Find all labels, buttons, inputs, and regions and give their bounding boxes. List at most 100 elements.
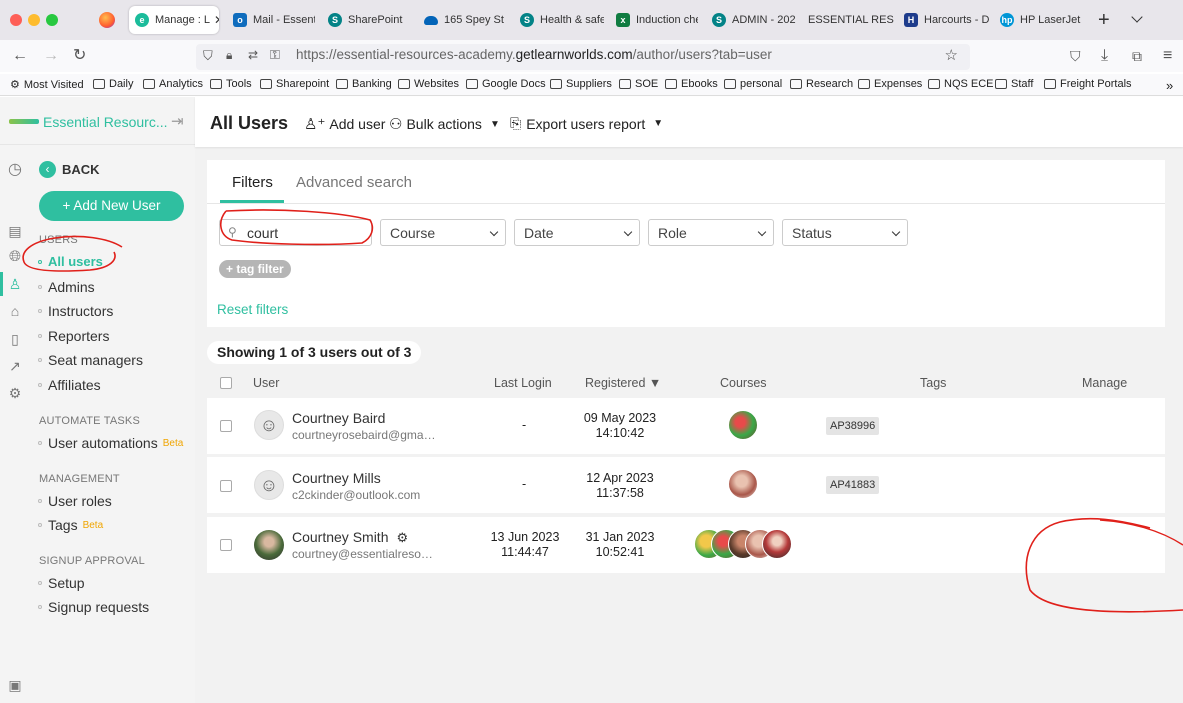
sidebar-item-seat-managers[interactable]: Seat managers xyxy=(38,352,143,368)
tag-icon[interactable]: ⌂ xyxy=(7,303,23,319)
tab-9[interactable]: hp HP LaserJet xyxy=(994,6,1086,34)
tab-2[interactable]: S SharePoint xyxy=(322,6,412,34)
sidebar-item-user-roles[interactable]: User roles xyxy=(38,493,112,509)
logout-icon[interactable]: ⇥ xyxy=(171,112,184,130)
bookmark-folder[interactable]: Research xyxy=(790,78,853,90)
brand-name[interactable]: Essential Resourc... xyxy=(43,114,168,130)
row-checkbox[interactable] xyxy=(220,539,232,551)
course-thumbnail[interactable] xyxy=(762,529,792,559)
add-new-user-button[interactable]: + Add New User xyxy=(39,191,184,221)
lock-icon[interactable]: 🔒︎ xyxy=(226,48,232,63)
close-tab-icon[interactable]: ✕ xyxy=(214,13,219,27)
date-select[interactable]: Date xyxy=(514,219,640,246)
sidebar-item-affiliates[interactable]: Affiliates xyxy=(38,377,101,393)
reset-filters-link[interactable]: Reset filters xyxy=(217,302,288,317)
back-arrow-icon[interactable]: ← xyxy=(12,48,28,64)
users-icon[interactable]: ♙ xyxy=(7,276,23,292)
tab-0[interactable]: e Manage : L ✕ xyxy=(129,6,219,34)
column-registered[interactable]: Registered ▼ xyxy=(585,376,661,390)
tab-filters[interactable]: Filters xyxy=(232,174,273,191)
bookmark-folder[interactable]: Freight Portals xyxy=(1044,78,1132,90)
bookmark-folder[interactable]: Ebooks xyxy=(665,78,718,90)
sidebar-item-setup[interactable]: Setup xyxy=(38,575,85,591)
tab-5[interactable]: x Induction che xyxy=(610,6,698,34)
more-bookmarks-icon[interactable]: » xyxy=(1166,78,1173,93)
extensions-icon[interactable]: ⧉ xyxy=(1132,48,1142,64)
tag-badge[interactable]: AP41883 xyxy=(826,476,880,494)
reload-icon[interactable]: ↻ xyxy=(73,48,86,64)
tab-7[interactable]: ESSENTIAL RESO xyxy=(802,6,894,34)
bookmark-folder[interactable]: Expenses xyxy=(858,78,922,90)
user-name[interactable]: Courtney Baird xyxy=(292,410,385,426)
pocket-icon[interactable]: ⛉ xyxy=(1070,48,1081,64)
column-courses[interactable]: Courses xyxy=(720,376,767,390)
course-thumbnail[interactable] xyxy=(728,410,758,440)
bookmark-folder[interactable]: Tools xyxy=(210,78,252,90)
bookmark-folder[interactable]: personal xyxy=(724,78,782,90)
sidebar-item-admins[interactable]: Admins xyxy=(38,279,95,295)
bookmark-most-visited[interactable]: ⚙ Most Visited xyxy=(10,78,84,92)
tab-advanced-search[interactable]: Advanced search xyxy=(296,174,412,191)
bookmark-folder[interactable]: Staff xyxy=(995,78,1033,90)
bookmark-star-icon[interactable]: ☆ xyxy=(945,46,958,64)
menu-icon[interactable]: ≡ xyxy=(1163,48,1172,64)
sidebar-item-tags[interactable]: Tags Beta xyxy=(38,517,103,533)
downloads-icon[interactable]: ⤓ xyxy=(1101,48,1108,64)
tab-3[interactable]: 165 Spey St xyxy=(418,6,506,34)
bookmark-folder[interactable]: Google Docs xyxy=(466,78,546,90)
sidebar-item-reporters[interactable]: Reporters xyxy=(38,328,109,344)
firefox-view-icon[interactable] xyxy=(99,12,115,28)
shield-icon[interactable]: ⛉ xyxy=(203,48,213,64)
back-chevron-icon[interactable]: ‹ xyxy=(39,161,56,178)
sidebar-item-user-automations[interactable]: User automations Beta xyxy=(38,435,183,451)
close-window-button[interactable] xyxy=(10,14,22,26)
bookmark-folder[interactable]: Websites xyxy=(398,78,459,90)
clipboard-icon[interactable]: ▣ xyxy=(7,677,23,693)
history-icon[interactable]: ◷ xyxy=(7,162,23,178)
add-user-button[interactable]: ♙⁺ Add user xyxy=(304,115,385,133)
course-thumbnail[interactable] xyxy=(728,469,758,499)
status-select[interactable]: Status xyxy=(782,219,908,246)
bookmark-folder[interactable]: Sharepoint xyxy=(260,78,329,90)
column-last-login[interactable]: Last Login xyxy=(494,376,552,390)
column-manage[interactable]: Manage xyxy=(1082,376,1127,390)
pages-icon[interactable]: ▤ xyxy=(7,223,23,239)
table-row[interactable] xyxy=(207,398,1165,454)
zoom-window-button[interactable] xyxy=(46,14,58,26)
select-all-checkbox[interactable] xyxy=(220,377,232,389)
forward-arrow-icon[interactable]: → xyxy=(43,48,59,64)
back-link[interactable]: BACK xyxy=(62,162,100,177)
analytics-icon[interactable]: ↗ xyxy=(7,358,23,374)
bookmark-folder[interactable]: Daily xyxy=(93,78,133,90)
tag-badge[interactable]: AP38996 xyxy=(826,417,880,435)
permissions-icon[interactable]: ⇄ xyxy=(248,48,258,62)
new-tab-icon[interactable]: + xyxy=(1098,9,1110,32)
sidebar-item-instructors[interactable]: Instructors xyxy=(38,303,113,319)
column-user[interactable]: User xyxy=(253,376,279,390)
url-text[interactable]: https://essential-resources-academy.getl… xyxy=(296,47,772,62)
tab-8[interactable]: H Harcourts - D xyxy=(898,6,990,34)
settings-icon[interactable]: ⚙ xyxy=(7,385,23,401)
tag-filter-button[interactable]: + tag filter xyxy=(219,260,291,278)
bookmark-folder[interactable]: Suppliers xyxy=(550,78,612,90)
key-icon[interactable]: ⚿ xyxy=(270,47,280,63)
role-select[interactable]: Role xyxy=(648,219,774,246)
mobile-icon[interactable]: ▯ xyxy=(7,331,23,347)
course-select[interactable]: Course xyxy=(380,219,506,246)
tab-1[interactable]: o Mail - Essenti xyxy=(227,6,315,34)
bulk-actions-button[interactable]: ⚇ Bulk actions ▼ xyxy=(389,115,500,133)
minimize-window-button[interactable] xyxy=(28,14,40,26)
sidebar-item-all-users[interactable]: All users xyxy=(38,254,103,269)
bookmark-folder[interactable]: NQS ECE xyxy=(928,78,994,90)
column-tags[interactable]: Tags xyxy=(920,376,946,390)
bookmark-folder[interactable]: Banking xyxy=(336,78,392,90)
user-name[interactable]: Courtney Mills xyxy=(292,470,381,486)
list-tabs-icon[interactable] xyxy=(1131,11,1143,23)
bookmark-folder[interactable]: Analytics xyxy=(143,78,203,90)
tab-4[interactable]: S Health & safe xyxy=(514,6,604,34)
globe-icon[interactable]: 🌐︎ xyxy=(7,249,23,265)
tab-6[interactable]: S ADMIN - 202 xyxy=(706,6,796,34)
search-input[interactable]: ⚲ court xyxy=(219,219,372,246)
sidebar-item-signup-requests[interactable]: Signup requests xyxy=(38,599,149,615)
row-checkbox[interactable] xyxy=(220,480,232,492)
